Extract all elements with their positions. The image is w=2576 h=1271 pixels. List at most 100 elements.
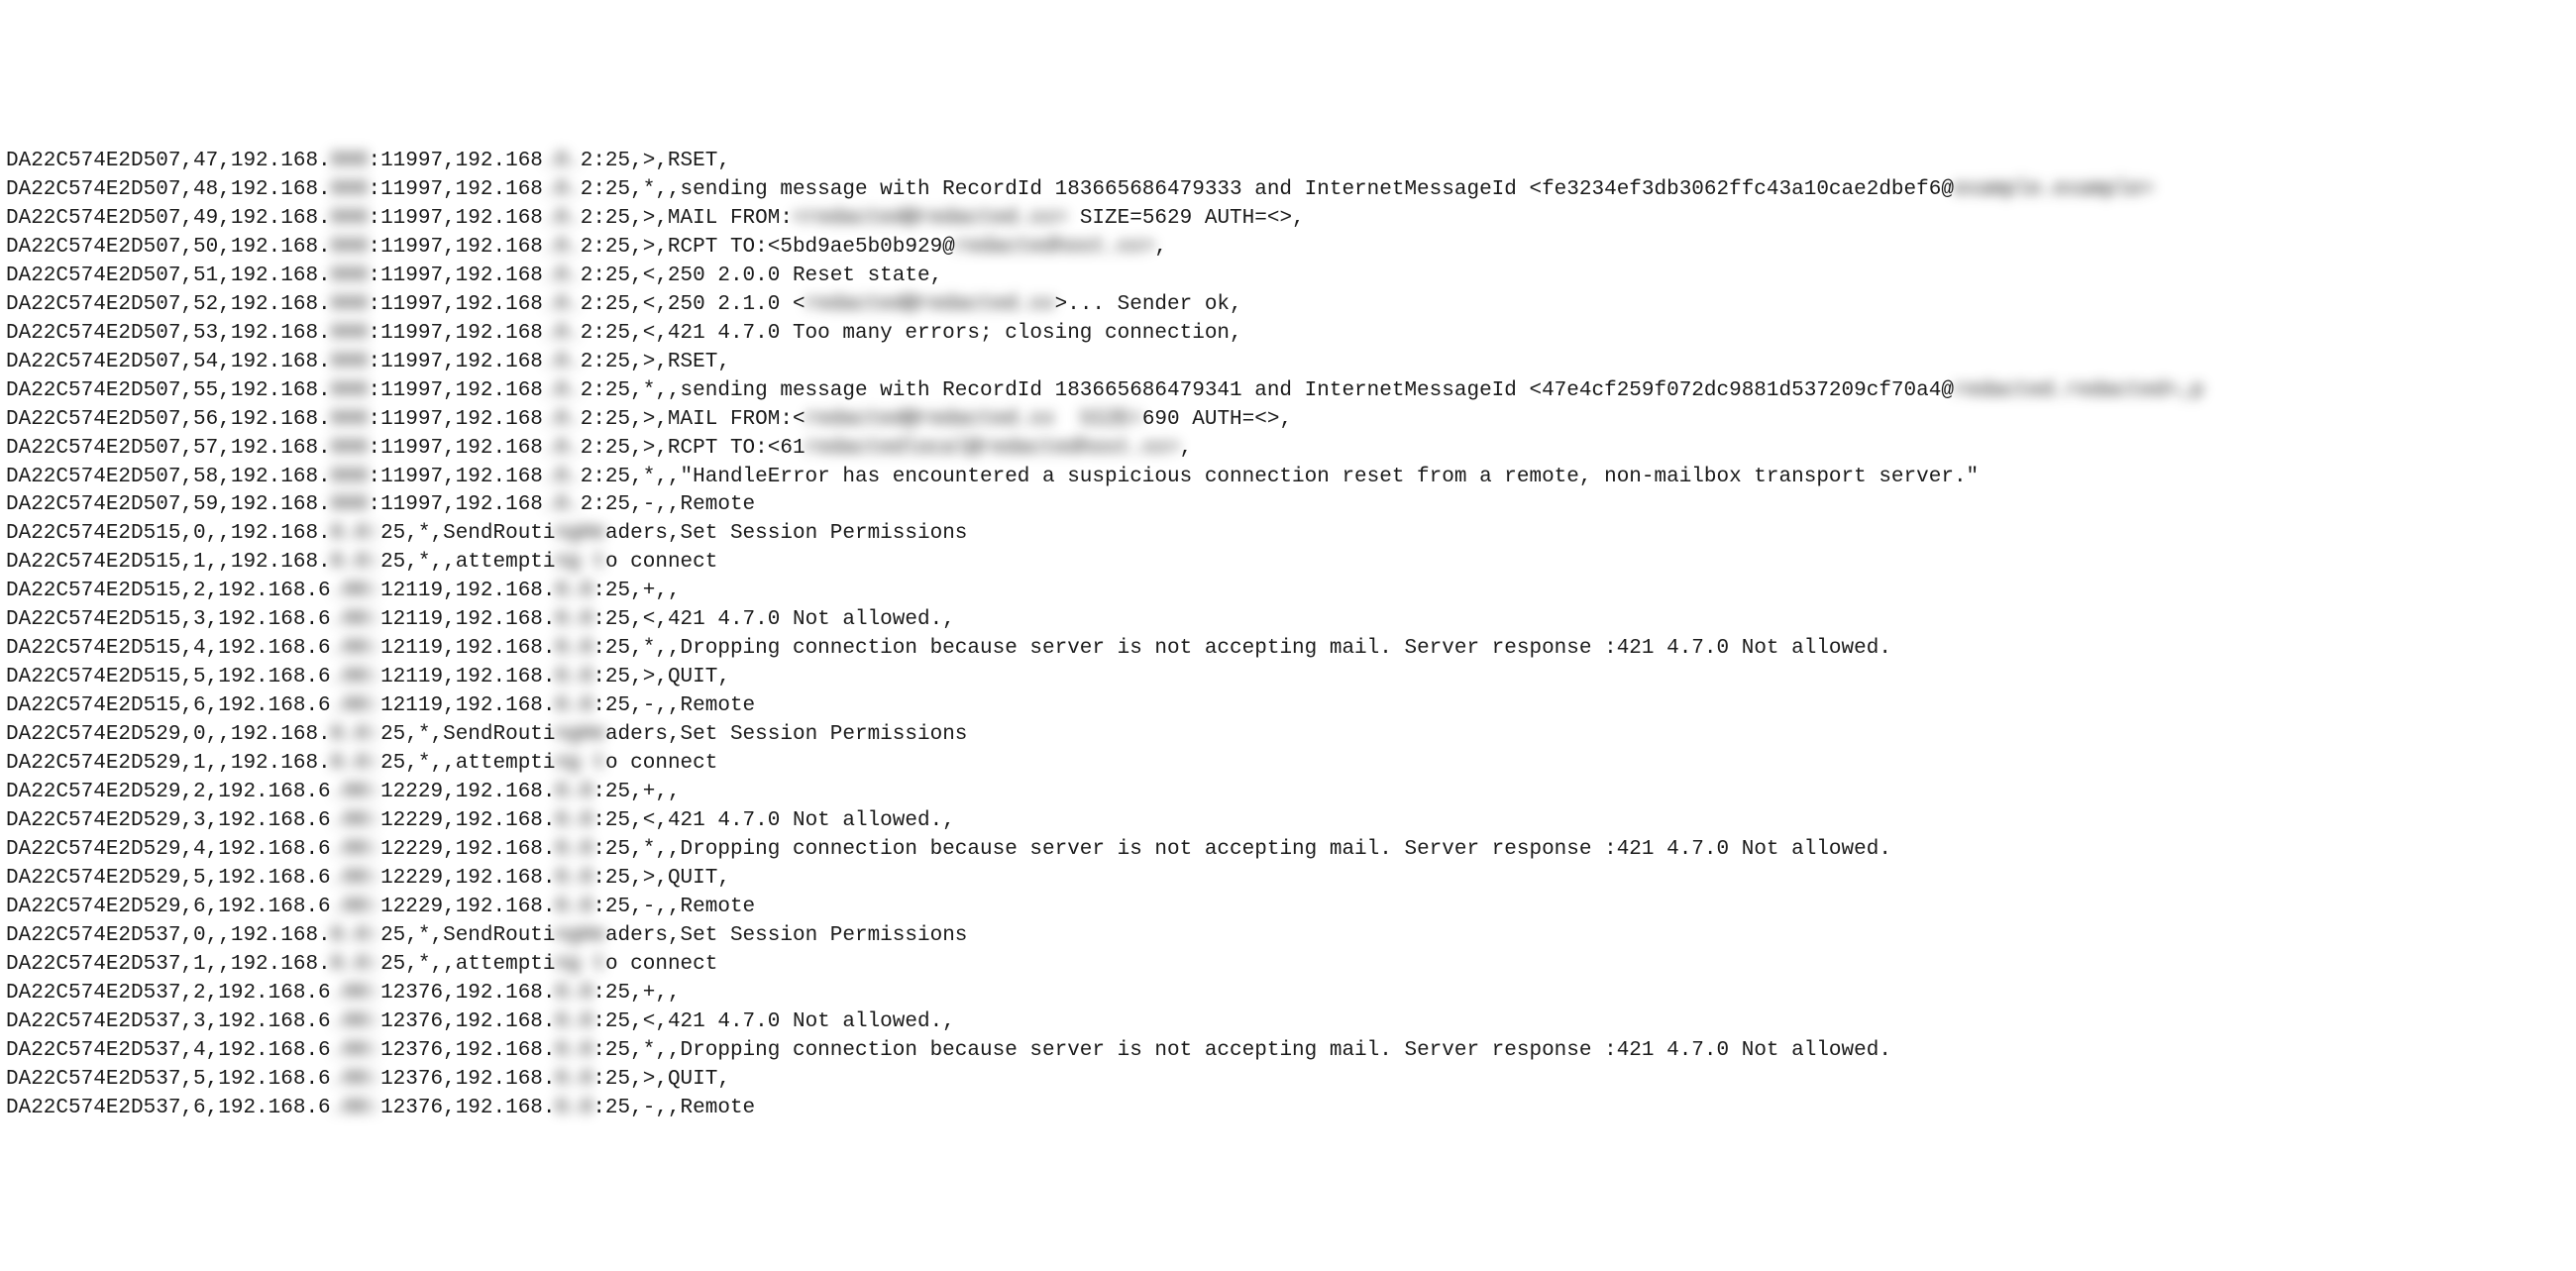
log-segment: aders,Set Session Permissions (605, 723, 967, 746)
log-segment: 2:25,>,MAIL FROM: (581, 207, 793, 230)
redacted-segment: .00: (331, 580, 380, 602)
log-segment: DA22C574E2D537,2,192.168.6 (6, 982, 331, 1005)
log-segment: DA22C574E2D529,2,192.168.6 (6, 781, 331, 803)
log-segment: :25,+,, (592, 982, 680, 1005)
log-line: DA22C574E2D507,49,192.168.000:11997,192.… (6, 205, 2570, 234)
redacted-segment: 000 (331, 493, 369, 516)
log-segment: DA22C574E2D537,4,192.168.6 (6, 1039, 331, 1062)
redacted-segment: <redacted@redacted.xx> (793, 207, 1067, 230)
log-line: DA22C574E2D515,4,192.168.6.00:12119,192.… (6, 635, 2570, 664)
log-line: DA22C574E2D529,4,192.168.6.00:12229,192.… (6, 836, 2570, 865)
log-line: DA22C574E2D529,6,192.168.6.00:12229,192.… (6, 894, 2570, 922)
log-segment: 12229,192.168. (380, 809, 555, 832)
redacted-segment: 000 (331, 322, 369, 345)
log-line: DA22C574E2D507,55,192.168.000:11997,192.… (6, 377, 2570, 406)
log-segment: DA22C574E2D537,1,,192.168. (6, 953, 331, 976)
log-line: DA22C574E2D507,48,192.168.000:11997,192.… (6, 176, 2570, 205)
log-segment: :11997,192.168 (368, 207, 542, 230)
redacted-segment: 000 (331, 236, 369, 259)
log-segment: DA22C574E2D529,1,,192.168. (6, 752, 331, 775)
redacted-segment: .0. (543, 466, 581, 488)
log-segment: DA22C574E2D507,53,192.168. (6, 322, 331, 345)
redacted-segment: .00: (331, 809, 380, 832)
log-segment: :11997,192.168 (368, 265, 542, 287)
redacted-segment: 000 (331, 293, 369, 316)
redacted-segment: ngHe (556, 924, 605, 947)
redacted-segment: .00: (331, 1039, 380, 1062)
log-segment: DA22C574E2D515,2,192.168.6 (6, 580, 331, 602)
redacted-segment: .0. (543, 493, 581, 516)
redacted-segment: 0.0 (556, 867, 593, 890)
redacted-segment: .0. (543, 322, 581, 345)
log-segment: :11997,192.168 (368, 408, 542, 431)
redacted-segment: 000 (331, 379, 369, 402)
log-segment: DA22C574E2D529,6,192.168.6 (6, 896, 331, 918)
log-segment: o connect (605, 551, 717, 574)
log-segment: 2:25,<,250 2.0.0 Reset state, (581, 265, 942, 287)
log-line: DA22C574E2D529,3,192.168.6.00:12229,192.… (6, 807, 2570, 836)
log-segment: 12376,192.168. (380, 1039, 555, 1062)
log-segment: DA22C574E2D529,3,192.168.6 (6, 809, 331, 832)
redacted-segment: 0.0 (556, 982, 593, 1005)
redacted-segment: .00: (331, 666, 380, 688)
redacted-segment: 000 (331, 437, 369, 460)
log-segment: o connect (605, 953, 717, 976)
log-segment: :11997,192.168 (368, 236, 542, 259)
redacted-segment: .0. (543, 408, 581, 431)
redacted-segment: 0.0 (556, 838, 593, 861)
log-segment: DA22C574E2D507,56,192.168. (6, 408, 331, 431)
log-segment: 12376,192.168. (380, 1097, 555, 1119)
redacted-segment: .0. (543, 236, 581, 259)
log-segment: DA22C574E2D507,51,192.168. (6, 265, 331, 287)
log-line: DA22C574E2D537,5,192.168.6.00:12376,192.… (6, 1066, 2570, 1095)
redacted-segment: .0. (543, 150, 581, 172)
log-segment: 2:25,*,,sending message with RecordId 18… (581, 379, 1954, 402)
log-segment: 25,*,SendRouti (380, 723, 555, 746)
log-segment: 2:25,<,421 4.7.0 Too many errors; closin… (581, 322, 1242, 345)
redacted-segment: 000 (331, 178, 369, 201)
redacted-segment: .0. (543, 178, 581, 201)
redacted-segment: .00: (331, 694, 380, 717)
log-segment: :25,-,,Remote (592, 1097, 755, 1119)
redacted-segment: ng t (556, 953, 605, 976)
log-segment: 12229,192.168. (380, 838, 555, 861)
redacted-segment: .00: (331, 1097, 380, 1119)
log-segment: DA22C574E2D507,49,192.168. (6, 207, 331, 230)
log-segment: 2:25,>,RCPT TO:<61 (581, 437, 805, 460)
log-line: DA22C574E2D507,54,192.168.000:11997,192.… (6, 349, 2570, 377)
log-line: DA22C574E2D507,52,192.168.000:11997,192.… (6, 291, 2570, 320)
log-line: DA22C574E2D515,5,192.168.6.00:12119,192.… (6, 664, 2570, 692)
log-segment: :11997,192.168 (368, 322, 542, 345)
log-line: DA22C574E2D537,1,,192.168.0.0:25,*,,atte… (6, 951, 2570, 980)
log-segment: 25,*,SendRouti (380, 924, 555, 947)
redacted-segment: .00: (331, 608, 380, 631)
log-segment: :25,-,,Remote (592, 694, 755, 717)
log-segment: DA22C574E2D537,6,192.168.6 (6, 1097, 331, 1119)
log-segment: DA22C574E2D507,50,192.168. (6, 236, 331, 259)
redacted-segment: .00: (331, 982, 380, 1005)
log-segment: DA22C574E2D507,54,192.168. (6, 351, 331, 373)
log-segment: DA22C574E2D529,4,192.168.6 (6, 838, 331, 861)
log-line: DA22C574E2D537,2,192.168.6.00:12376,192.… (6, 980, 2570, 1008)
log-segment: SIZE=5629 AUTH=<>, (1067, 207, 1304, 230)
redacted-segment: redactedlocal@redactedhost.xx> (805, 437, 1180, 460)
log-segment: DA22C574E2D507,47,192.168. (6, 150, 331, 172)
log-line: DA22C574E2D507,50,192.168.000:11997,192.… (6, 234, 2570, 263)
redacted-segment: .0. (543, 207, 581, 230)
log-segment: DA22C574E2D507,55,192.168. (6, 379, 331, 402)
redacted-segment: 0.0: (331, 953, 380, 976)
redacted-segment: 0.0 (556, 781, 593, 803)
log-segment: :25,*,,Dropping connection because serve… (592, 637, 1891, 660)
log-line: DA22C574E2D515,2,192.168.6.00:12119,192.… (6, 578, 2570, 606)
redacted-segment: redacted@redacted.xx (805, 293, 1055, 316)
log-segment: DA22C574E2D507,48,192.168. (6, 178, 331, 201)
log-segment: :25,>,QUIT, (592, 666, 730, 688)
log-segment: 12119,192.168. (380, 666, 555, 688)
log-line: DA22C574E2D537,4,192.168.6.00:12376,192.… (6, 1037, 2570, 1066)
log-segment: 12229,192.168. (380, 781, 555, 803)
log-line: DA22C574E2D507,53,192.168.000:11997,192.… (6, 320, 2570, 349)
redacted-segment: .00: (331, 1068, 380, 1091)
log-segment: DA22C574E2D507,57,192.168. (6, 437, 331, 460)
log-segment: :25,*,,Dropping connection because serve… (592, 838, 1891, 861)
log-segment: 25,*,,attempti (380, 752, 555, 775)
